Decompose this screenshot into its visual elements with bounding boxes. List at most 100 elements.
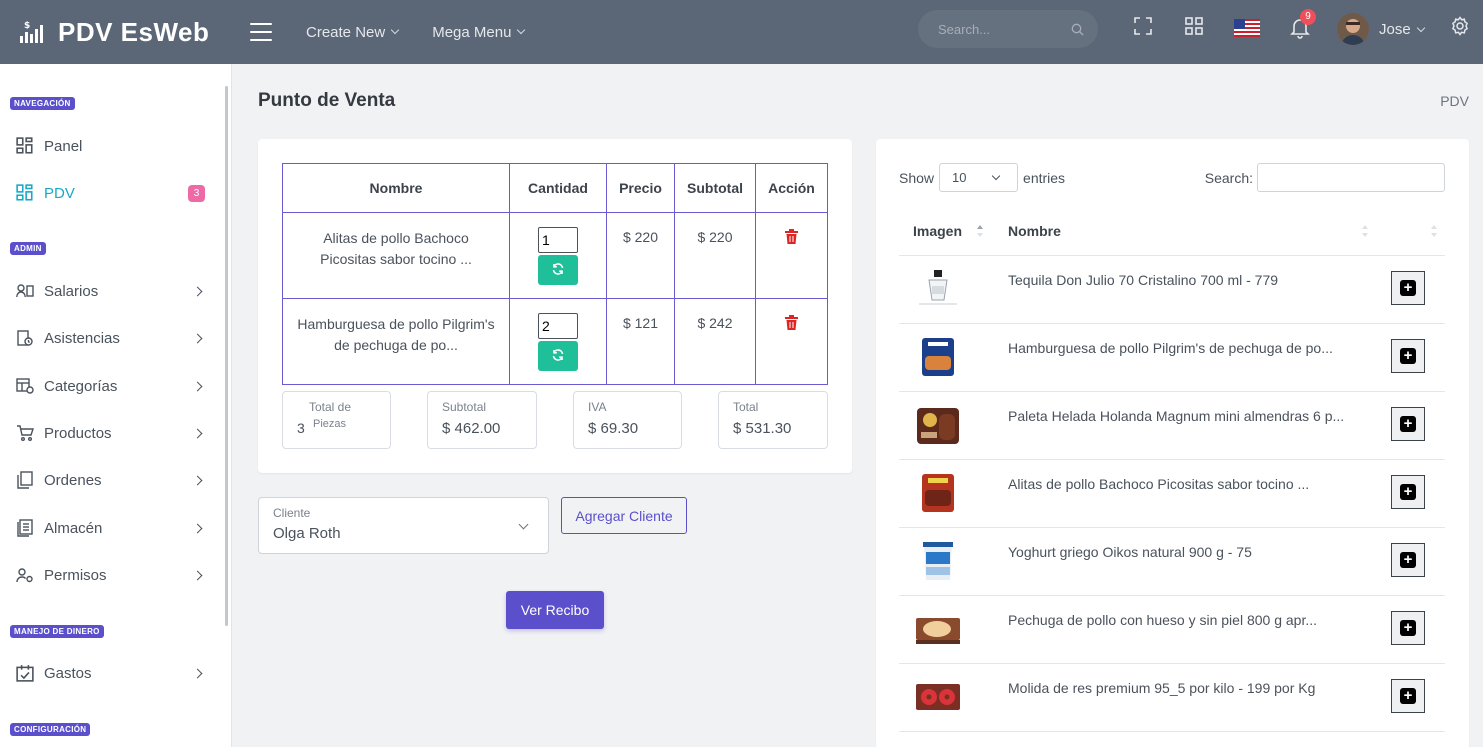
orders-icon — [17, 471, 33, 489]
sidebar-item-ordenes[interactable]: Ordenes — [0, 460, 225, 500]
breadcrumb[interactable]: PDV — [1440, 93, 1469, 109]
menu-create-new-label: Create New — [306, 23, 386, 41]
add-product-button[interactable]: + — [1391, 679, 1425, 713]
product-row: Hamburguesa de pollo Pilgrim's de pechug… — [899, 324, 1445, 392]
menu-create-new[interactable]: Create New — [306, 23, 400, 41]
sidebar-item-label: Almacén — [44, 519, 103, 537]
refresh-icon — [552, 348, 564, 361]
plus-icon: + — [1400, 484, 1416, 500]
add-client-button[interactable]: Agregar Cliente — [561, 497, 687, 534]
col-nombre[interactable]: Nombre — [1008, 223, 1061, 239]
cart-item-price: $ 121 — [606, 298, 675, 385]
product-row: Tequila Don Julio 70 Cristalino 700 ml -… — [899, 256, 1445, 324]
sidebar-item-label: Categorías — [44, 377, 118, 395]
table-row: Hamburguesa de pollo Pilgrim's de pechug… — [282, 298, 828, 385]
add-product-button[interactable]: + — [1391, 543, 1425, 577]
menu-toggle-icon[interactable] — [250, 23, 272, 41]
sidebar-item-label: Ordenes — [44, 471, 102, 489]
sidebar-item-label: Productos — [44, 424, 112, 442]
chevron-down-icon — [518, 519, 529, 530]
sidebar-item-productos[interactable]: Productos — [0, 413, 225, 453]
avatar[interactable] — [1337, 13, 1369, 45]
col-subtotal: Subtotal — [674, 163, 756, 213]
expenses-icon — [16, 665, 34, 682]
cart-item-qty-cell — [509, 212, 607, 299]
product-name: Yoghurt griego Oikos natural 900 g - 75 — [1008, 544, 1252, 560]
chevron-right-icon — [192, 668, 203, 678]
sidebar-item-almacen[interactable]: Almacén — [0, 508, 225, 548]
sidebar-scrollbar[interactable] — [225, 86, 228, 626]
sidebar-item-panel[interactable]: Panel — [0, 126, 225, 166]
user-menu[interactable]: Jose — [1379, 21, 1425, 38]
col-imagen[interactable]: Imagen — [913, 223, 962, 239]
client-select[interactable]: Cliente Olga Roth — [258, 497, 549, 554]
add-product-button[interactable]: + — [1391, 339, 1425, 373]
menu-mega-menu[interactable]: Mega Menu — [432, 24, 526, 41]
add-product-button[interactable]: + — [1391, 611, 1425, 645]
gear-icon[interactable] — [1450, 16, 1470, 36]
dashboard-icon — [16, 184, 33, 201]
cart-card: Nombre Cantidad Precio Subtotal Acción A… — [258, 139, 852, 473]
add-product-button[interactable]: + — [1391, 407, 1425, 441]
sort-icon[interactable] — [1362, 224, 1368, 238]
product-search-input[interactable] — [1257, 163, 1445, 192]
sidebar-item-categorias[interactable]: Categorías — [0, 366, 225, 406]
page-title: Punto de Venta — [258, 90, 396, 111]
sidebar-item-asistencias[interactable]: Asistencias — [0, 318, 225, 358]
total-pieces-label-2: Piezas — [313, 418, 347, 430]
product-name: Molida de res premium 95_5 por kilo - 19… — [1008, 680, 1316, 696]
show-label: Show — [899, 169, 935, 186]
sidebar-item-label: Salarios — [44, 282, 99, 300]
sidebar-item-salarios[interactable]: Salarios — [0, 271, 225, 311]
col-accion: Acción — [755, 163, 828, 213]
plus-icon: + — [1400, 280, 1416, 296]
product-image — [915, 336, 961, 378]
sidebar-item-gastos[interactable]: Gastos — [0, 653, 225, 693]
cart-item-price: $ 220 — [606, 212, 675, 299]
top-bar: $ PDV EsWeb Create New Mega Menu 9 Jose — [0, 0, 1483, 64]
user-photo — [1337, 13, 1369, 45]
apps-grid-icon[interactable] — [1184, 16, 1204, 36]
quantity-input[interactable] — [538, 313, 578, 339]
sidebar-item-label: PDV — [44, 184, 75, 202]
product-name: Tequila Don Julio 70 Cristalino 700 ml -… — [1008, 272, 1279, 288]
update-quantity-button[interactable] — [538, 255, 578, 285]
view-receipt-button[interactable]: Ver Recibo — [506, 591, 604, 629]
add-product-button[interactable]: + — [1391, 271, 1425, 305]
search-icon[interactable] — [1071, 23, 1084, 36]
trash-icon[interactable] — [785, 315, 798, 330]
show-entries: Show 10 entries — [899, 163, 1065, 192]
plus-icon: + — [1400, 688, 1416, 704]
products-header: Imagen Nombre — [899, 211, 1445, 256]
sidebar-item-permisos[interactable]: Permisos — [0, 555, 225, 595]
top-search-input[interactable] — [938, 21, 1068, 37]
products-card: Show 10 entries Search: Imagen Nombre Te… — [876, 139, 1469, 747]
table-header-row: Nombre Cantidad Precio Subtotal Acción — [282, 163, 828, 213]
update-quantity-button[interactable] — [538, 341, 578, 371]
plus-icon: + — [1400, 620, 1416, 636]
product-row: Alitas de pollo Bachoco Picositas sabor … — [899, 460, 1445, 528]
brand[interactable]: $ PDV EsWeb — [0, 17, 232, 48]
sidebar-item-label: Permisos — [44, 566, 107, 584]
chevron-right-icon — [192, 286, 203, 296]
product-image — [915, 268, 961, 310]
product-image — [915, 540, 961, 582]
trash-icon[interactable] — [785, 229, 798, 244]
iva-label: IVA — [588, 400, 607, 414]
product-row: Paleta Helada Holanda Magnum mini almend… — [899, 392, 1445, 460]
product-row: Pechuga de pollo con hueso y sin piel 80… — [899, 596, 1445, 664]
sort-asc-icon[interactable] — [977, 224, 983, 238]
chevron-right-icon — [192, 523, 203, 533]
subtotal-box: Subtotal $ 462.00 — [427, 391, 537, 449]
us-flag-icon[interactable] — [1234, 19, 1260, 37]
section-configuracion: CONFIGURACIÓN — [10, 723, 91, 736]
fullscreen-icon[interactable] — [1133, 16, 1153, 36]
chevron-down-icon — [1416, 23, 1425, 32]
sidebar-item-pdv[interactable]: PDV 3 — [0, 173, 225, 213]
total-pieces-box: Total de Piezas 3 — [282, 391, 391, 449]
user-name: Jose — [1379, 21, 1411, 38]
sort-icon[interactable] — [1431, 224, 1437, 238]
quantity-input[interactable] — [538, 227, 578, 253]
add-product-button[interactable]: + — [1391, 475, 1425, 509]
page-size-select[interactable]: 10 — [939, 163, 1019, 192]
